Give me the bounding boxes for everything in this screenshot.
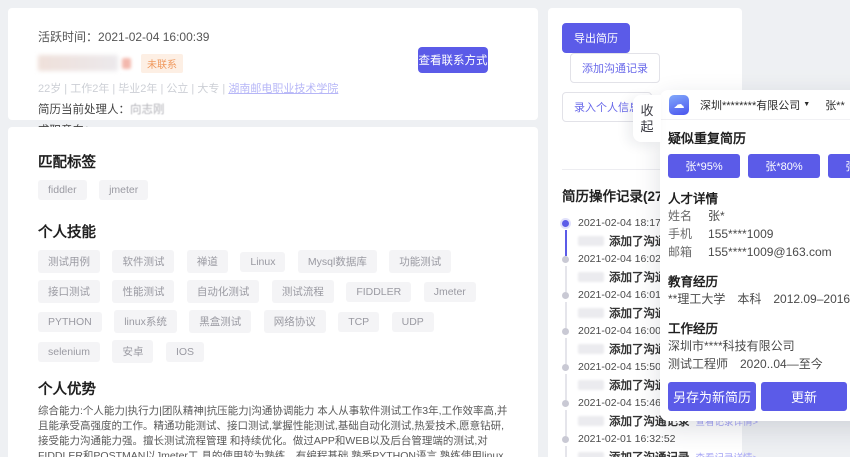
candidate-match-button[interactable]: 张*80% (748, 154, 820, 178)
skill-tag: linux系统 (114, 310, 177, 333)
skills-title: 个人技能 (38, 221, 508, 242)
timeline-dot (562, 256, 569, 263)
candidate-matches: 张*95% 张*80% 张*70% (668, 154, 850, 178)
operator-name-redacted (578, 380, 604, 390)
timeline-dot (562, 436, 569, 443)
record-timestamp: 2021-02-01 16:32:52 (578, 433, 728, 445)
save-as-new-button[interactable]: 另存为新简历 (668, 382, 756, 411)
operator-name-redacted (578, 236, 604, 246)
update-button[interactable]: 更新 (761, 382, 847, 411)
skill-tag: TCP (338, 312, 379, 332)
overlay-header: ☁ 深圳********有限公司 ▼ 张** (660, 90, 850, 120)
skill-tag: PYTHON (38, 312, 102, 332)
edu-line: **理工大学 本科 2012.09–2016.06 (668, 290, 850, 308)
skill-tag: 安卓 (112, 340, 153, 363)
school-link[interactable]: 湖南邮电职业技术学院 (228, 83, 338, 95)
match-tag: fiddler (38, 180, 87, 200)
overlay-work-title: 工作经历 (668, 318, 850, 337)
timeline-dot (562, 364, 569, 371)
skill-tag: 性能测试 (112, 280, 174, 303)
profile-summary-card: 活跃时间：2021-02-04 16:00:39 未联系 22岁 | 工作2年 … (8, 8, 538, 120)
skill-tag: 功能测试 (389, 250, 451, 273)
candidate-name-redacted (38, 55, 118, 71)
candidate-meta: 22岁 | 工作2年 | 毕业2年 | 公立 | 大专 | 湖南邮电职业技术学院 (38, 80, 508, 96)
company-dropdown[interactable]: 深圳********有限公司 (700, 97, 800, 113)
duplicate-resume-overlay: ☁ 深圳********有限公司 ▼ 张** 疑似重复简历 张*95% 张*80… (660, 90, 850, 421)
skill-tag: Linux (240, 252, 285, 272)
edu-title: 教育经历 (668, 271, 850, 290)
overlay-collapse-tab[interactable]: 收起 (633, 95, 661, 142)
advantage-text: 综合能力:个人能力|执行力|团队精神|抗压能力|沟通协调能力 本人从事软件测试工… (38, 404, 508, 457)
advantage-title: 个人优势 (38, 378, 508, 399)
record-entry: 2021-02-01 16:32:52 添加了沟通记录查看记录详情> (562, 433, 728, 457)
field-email: 邮箱155****1009@163.com (668, 243, 850, 261)
match-tags: fiddler jmeter (38, 180, 508, 207)
timeline-dot (562, 328, 569, 335)
export-resume-button[interactable]: 导出简历 (562, 23, 630, 53)
skill-tags: 测试用例 软件测试 禅道 Linux Mysql数据库 功能测试 接口测试 性能… (38, 250, 508, 370)
duplicate-title: 疑似重复简历 (668, 128, 850, 147)
view-contact-button[interactable]: 查看联系方式 (418, 47, 488, 73)
skill-tag: FIDDLER (346, 282, 411, 302)
skill-tag: IOS (166, 342, 204, 362)
handler-line: 简历当前处理人：向志刚 (38, 101, 508, 117)
status-badge: 未联系 (141, 54, 183, 73)
match-tag: jmeter (99, 180, 148, 200)
field-phone: 手机155****1009 (668, 225, 850, 243)
operator-name-redacted (578, 416, 604, 426)
add-record-button[interactable]: 添加沟通记录 (570, 53, 660, 83)
skill-tag: 网络协议 (264, 310, 326, 333)
handler-name: 向志刚 (130, 104, 165, 116)
timeline-dot (562, 292, 569, 299)
overlay-work-company: 深圳市****科技有限公司 (668, 337, 850, 355)
operator-name-redacted (578, 344, 604, 354)
skill-tag: 接口测试 (38, 280, 100, 303)
timeline-line (565, 446, 567, 457)
skill-tag: 自动化测试 (187, 280, 260, 303)
record-detail-link[interactable]: 查看记录详情> (696, 450, 759, 457)
field-name: 姓名张* (668, 207, 850, 225)
timeline-dot (562, 220, 569, 227)
skill-tag: 黑盒测试 (189, 310, 251, 333)
active-time: 活跃时间：2021-02-04 16:00:39 (38, 28, 508, 45)
collapse-tab-label: 收起 (640, 103, 654, 135)
detail-title: 人才详情 (668, 188, 850, 207)
skill-tag: UDP (392, 312, 434, 332)
timeline-dot (562, 400, 569, 407)
match-tags-title: 匹配标签 (38, 151, 508, 172)
resume-detail-card: 匹配标签 fiddler jmeter 个人技能 测试用例 软件测试 禅道 Li… (8, 127, 538, 457)
record-action: 添加了沟通记录 (609, 449, 690, 457)
current-user: 张** (825, 97, 845, 113)
skill-tag: 禅道 (187, 250, 228, 273)
operator-name-redacted (578, 452, 604, 457)
candidate-match-button[interactable]: 张*70% (828, 154, 850, 178)
skill-tag: 测试用例 (38, 250, 100, 273)
gender-icon (122, 58, 131, 69)
chevron-down-icon: ▼ (803, 101, 810, 108)
skill-tag: 软件测试 (112, 250, 174, 273)
operator-name-redacted (578, 272, 604, 282)
skill-tag: selenium (38, 342, 100, 362)
skill-tag: Jmeter (424, 282, 476, 302)
skill-tag: Mysql数据库 (298, 250, 377, 273)
overlay-work-role: 测试工程师 2020..04—至今 (668, 355, 850, 373)
candidate-match-button[interactable]: 张*95% (668, 154, 740, 178)
operator-name-redacted (578, 308, 604, 318)
app-logo-icon: ☁ (669, 95, 689, 115)
skill-tag: 测试流程 (272, 280, 334, 303)
